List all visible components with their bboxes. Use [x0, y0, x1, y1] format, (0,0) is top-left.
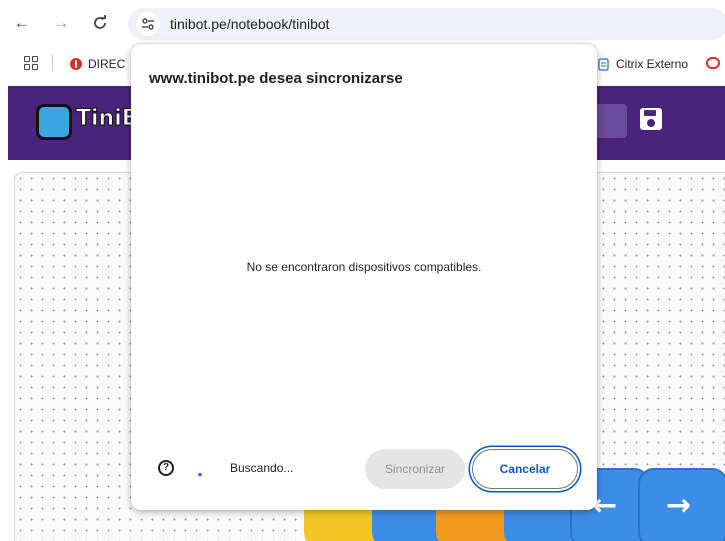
bookmark-item-citrix[interactable]: Citrix Externo — [597, 55, 688, 73]
back-icon[interactable]: ← — [11, 12, 33, 34]
bookmark-ring-icon[interactable] — [706, 57, 720, 69]
right-arrow-icon: → — [666, 488, 692, 523]
bookmarks-divider — [52, 55, 53, 71]
bookmark-item-direc[interactable]: DIREC — [70, 55, 125, 73]
robot-face-icon — [36, 104, 72, 140]
device-sync-dialog: www.tinibot.pe desea sincronizarse No se… — [131, 44, 597, 510]
help-icon[interactable]: ? — [158, 460, 174, 476]
bookmark-label: DIREC — [88, 57, 126, 71]
turn-right-block[interactable]: → — [638, 468, 725, 541]
sync-button[interactable]: Sincronizar — [365, 449, 465, 489]
reload-icon[interactable] — [89, 12, 111, 34]
forward-icon[interactable]: → — [50, 12, 72, 34]
logo-text: TiniB — [76, 106, 140, 132]
address-bar[interactable]: tinibot.pe/notebook/tinibot — [128, 8, 725, 40]
alert-icon — [70, 58, 82, 70]
apps-grid-icon[interactable] — [24, 56, 38, 70]
browser-toolbar: ← → tinibot.pe/notebook/tinibot — [0, 0, 725, 46]
site-settings-icon[interactable] — [136, 12, 160, 36]
searching-status: Buscando... — [230, 461, 294, 475]
document-icon — [598, 57, 609, 71]
loading-spinner-icon — [198, 473, 202, 476]
no-devices-message: No se encontraron dispositivos compatibl… — [246, 260, 482, 274]
save-icon[interactable] — [640, 108, 662, 130]
bookmark-label: Citrix Externo — [616, 57, 689, 71]
dialog-title: www.tinibot.pe desea sincronizarse — [149, 70, 403, 87]
cancel-button[interactable]: Cancelar — [472, 449, 578, 489]
tinibot-logo[interactable]: TiniB — [36, 104, 146, 146]
url-text: tinibot.pe/notebook/tinibot — [170, 16, 330, 32]
